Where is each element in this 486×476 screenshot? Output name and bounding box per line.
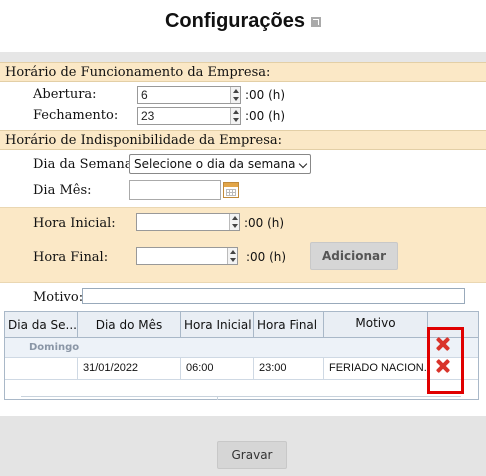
weekday-selected-value: Selecione o dia da semana xyxy=(134,157,296,171)
cell-weekday xyxy=(5,358,78,380)
group-label: Domingo xyxy=(29,342,80,353)
cell-end-time: 23:00 xyxy=(254,358,324,380)
opening-label: Abertura: xyxy=(33,87,97,102)
cell-start-time: 06:00 xyxy=(181,358,254,380)
delete-x-icon[interactable] xyxy=(436,359,450,373)
closing-hour-value: 23 xyxy=(141,109,155,123)
grid-header: Dia da Se... Dia do Mês Hora Inicial Hor… xyxy=(5,312,478,338)
add-button[interactable]: Adicionar xyxy=(310,242,398,270)
opening-hour-value: 6 xyxy=(141,88,148,102)
end-time-spinner-arrows[interactable] xyxy=(227,248,237,264)
time-panel: Hora Inicial: :00 (h) Hora Final: :00 (h… xyxy=(0,207,486,283)
page-title: Configurações xyxy=(0,10,486,33)
start-time-spinner-arrows[interactable] xyxy=(229,214,239,230)
reason-input[interactable] xyxy=(82,288,465,304)
reason-label: Motivo: xyxy=(33,290,84,305)
month-day-input[interactable] xyxy=(129,180,221,200)
table-row[interactable]: 31/01/2022 06:00 23:00 FERIADO NACION... xyxy=(5,358,478,380)
closing-spinner-arrows[interactable] xyxy=(230,108,240,124)
column-reason[interactable]: Motivo xyxy=(324,312,428,338)
section-business-hours: Horário de Funcionamento da Empresa: xyxy=(0,62,486,82)
column-start-time[interactable]: Hora Inicial xyxy=(181,312,254,338)
weekday-select[interactable]: Selecione o dia da semana xyxy=(129,154,311,174)
cell-reason: FERIADO NACION... xyxy=(324,358,428,380)
delete-x-icon[interactable] xyxy=(436,337,450,351)
footer-bar: Gravar xyxy=(0,416,486,476)
end-time-unit: :00 (h) xyxy=(246,250,287,264)
start-time-unit: :00 (h) xyxy=(244,216,285,230)
column-date[interactable]: Dia do Mês xyxy=(78,312,181,338)
opening-hour-input[interactable]: 6 xyxy=(137,86,241,104)
group-row: Domingo xyxy=(5,338,478,358)
closing-label: Fechamento: xyxy=(33,108,119,123)
calendar-icon[interactable] xyxy=(223,182,239,198)
section-unavailability: Horário de Indisponibilidade da Empresa: xyxy=(0,130,486,150)
cell-date: 31/01/2022 xyxy=(78,358,181,380)
column-weekday[interactable]: Dia da Se... xyxy=(5,312,78,338)
grid-scrollbar[interactable] xyxy=(21,396,461,400)
unavailability-grid: Dia da Se... Dia do Mês Hora Inicial Hor… xyxy=(4,311,479,400)
top-divider xyxy=(0,52,486,62)
start-time-label: Hora Inicial: xyxy=(33,216,116,231)
closing-unit: :00 (h) xyxy=(245,109,286,123)
month-day-label: Dia Mês: xyxy=(33,183,92,198)
column-end-time[interactable]: Hora Final xyxy=(254,312,324,338)
opening-spinner-arrows[interactable] xyxy=(230,87,240,103)
page-title-text: Configurações xyxy=(164,10,306,32)
end-time-input[interactable] xyxy=(136,247,238,265)
opening-unit: :00 (h) xyxy=(245,88,286,102)
weekday-label: Dia da Semana: xyxy=(33,157,137,172)
start-time-input[interactable] xyxy=(136,213,240,231)
external-link-icon[interactable] xyxy=(311,16,322,27)
closing-hour-input[interactable]: 23 xyxy=(137,107,241,125)
chevron-down-icon xyxy=(298,159,308,169)
save-button[interactable]: Gravar xyxy=(217,441,287,469)
end-time-label: Hora Final: xyxy=(33,250,109,265)
